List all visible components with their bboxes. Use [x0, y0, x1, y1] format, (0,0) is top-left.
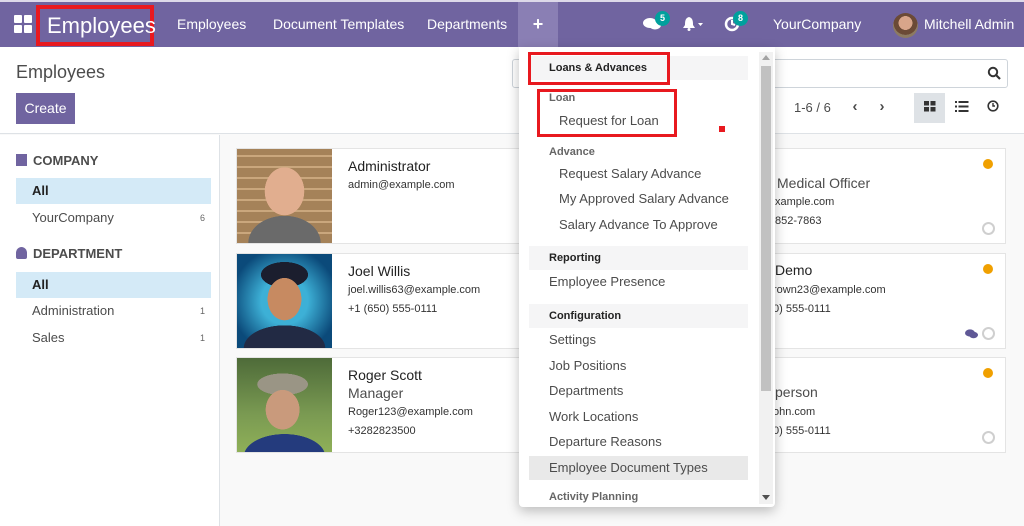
menu-section-reporting: Reporting: [529, 246, 748, 270]
employee-card[interactable]: Administrator admin@example.com: [236, 148, 527, 244]
activities-badge: 8: [733, 11, 748, 26]
app-brand[interactable]: Employees: [36, 5, 156, 46]
employee-card[interactable]: Joel Willis joel.willis63@example.com +1…: [236, 253, 527, 349]
department-filter-sales[interactable]: Sales 1: [16, 325, 211, 351]
employee-card[interactable]: Roger Scott Manager Roger123@example.com…: [236, 357, 527, 453]
employee-job-title: Manager: [348, 385, 404, 401]
menu-item-employee-presence[interactable]: Employee Presence: [529, 270, 748, 294]
employee-phone: 0) 555-0111: [773, 303, 831, 315]
list-view-icon[interactable]: [946, 93, 977, 123]
menu-subsection-loan: Loan: [549, 92, 576, 104]
menu-item-salary-advance-to-approve[interactable]: Salary Advance To Approve: [529, 213, 748, 237]
menu-item-departure-reasons[interactable]: Departure Reasons: [529, 430, 748, 454]
pager-value[interactable]: 1-6 / 6: [794, 100, 831, 115]
employee-card[interactable]: Medical Officer xample.com 852-7863: [766, 148, 1006, 244]
menu-item-settings[interactable]: Settings: [529, 328, 748, 352]
employee-email: rown23@example.com: [773, 284, 886, 296]
notifications-bell-icon[interactable]: [683, 2, 703, 47]
menu-item-request-salary-advance[interactable]: Request Salary Advance: [529, 162, 748, 186]
search-panel-sidebar: COMPANY All YourCompany 6 DEPARTMENT All …: [0, 135, 220, 526]
annotation-marker: [719, 126, 725, 132]
company-switcher[interactable]: YourCompany: [773, 2, 861, 47]
dropdown-scrollbar[interactable]: [759, 52, 773, 504]
nav-menu-departments[interactable]: Departments: [427, 2, 507, 47]
users-icon: [16, 247, 27, 259]
menu-item-departments[interactable]: Departments: [529, 379, 748, 403]
nav-menu-more-plus[interactable]: +: [518, 2, 558, 47]
employee-phone: 0) 555-0111: [773, 425, 831, 437]
create-button[interactable]: Create: [16, 93, 75, 124]
activity-view-icon[interactable]: [977, 93, 1008, 123]
filter-count: 6: [199, 213, 205, 223]
department-filter-administration[interactable]: Administration 1: [16, 298, 211, 324]
employee-card[interactable]: person ohn.com 0) 555-0111: [766, 357, 1006, 453]
company-filter-all[interactable]: All: [16, 178, 211, 204]
employee-name: Roger Scott: [348, 367, 422, 383]
user-avatar[interactable]: [893, 13, 918, 38]
company-filter-yourcompany[interactable]: YourCompany 6: [16, 205, 211, 231]
search-icon[interactable]: [987, 66, 1001, 80]
page-title: Employees: [16, 62, 106, 82]
kanban-view-icon[interactable]: [914, 93, 945, 123]
activity-clock-icon[interactable]: [982, 431, 995, 444]
menu-item-request-for-loan[interactable]: Request for Loan: [529, 109, 748, 133]
control-panel: Employees Create 1-6 / 6 ‹ ›: [0, 47, 1024, 134]
scroll-up-arrow-icon[interactable]: [762, 55, 770, 60]
employee-job-title: person: [775, 384, 818, 400]
employee-photo: [237, 254, 332, 348]
menu-section-loans-advances[interactable]: Loans & Advances: [529, 56, 748, 80]
menu-item-employee-document-types[interactable]: Employee Document Types: [529, 456, 748, 480]
menu-section-configuration: Configuration: [529, 304, 748, 328]
message-icon[interactable]: [965, 329, 978, 339]
employee-email: Roger123@example.com: [348, 406, 473, 418]
department-filter-heading: DEPARTMENT: [16, 246, 122, 261]
employee-phone: +1 (650) 555-0111: [348, 303, 438, 315]
more-menu-dropdown: Loans & Advances Loan Request for Loan A…: [519, 47, 775, 507]
employee-photo: [237, 358, 332, 452]
menu-item-my-approved-salary-advance[interactable]: My Approved Salary Advance: [529, 187, 748, 211]
employee-photo: [237, 149, 332, 243]
employee-name: Administrator: [348, 158, 431, 174]
presence-status-dot: [983, 368, 993, 378]
menu-item-work-locations[interactable]: Work Locations: [529, 405, 748, 429]
department-filter-all[interactable]: All: [16, 272, 211, 298]
employee-name: Joel Willis: [348, 263, 411, 279]
employee-email: xample.com: [775, 196, 835, 208]
presence-status-dot: [983, 159, 993, 169]
menu-section-activity-planning: Activity Planning: [549, 491, 639, 503]
presence-status-dot: [983, 264, 993, 274]
employee-email: ohn.com: [773, 406, 816, 418]
filter-count: 1: [199, 306, 205, 316]
menu-item-job-positions[interactable]: Job Positions: [529, 354, 748, 378]
building-icon: [16, 154, 27, 166]
apps-menu-icon[interactable]: [14, 15, 32, 33]
employee-email: joel.willis63@example.com: [348, 284, 481, 296]
nav-menu-employees[interactable]: Employees: [177, 2, 246, 47]
activity-clock-icon[interactable]: [982, 327, 995, 340]
employee-phone: +3282823500: [348, 425, 416, 437]
user-menu[interactable]: Mitchell Admin: [924, 2, 1014, 47]
pager-previous-icon[interactable]: ‹: [846, 97, 864, 117]
top-navbar: Employees Employees Document Templates D…: [0, 0, 1024, 47]
employee-name: Demo: [775, 262, 813, 278]
scroll-down-arrow-icon[interactable]: [762, 495, 770, 500]
menu-subsection-advance: Advance: [549, 146, 595, 158]
activity-clock-icon[interactable]: [982, 222, 995, 235]
nav-menu-document-templates[interactable]: Document Templates: [273, 2, 404, 47]
scrollbar-thumb[interactable]: [761, 66, 771, 391]
employee-job-title: Medical Officer: [777, 175, 871, 191]
employee-phone: 852-7863: [775, 215, 822, 227]
company-filter-heading: COMPANY: [16, 153, 98, 168]
messages-badge: 5: [655, 11, 670, 26]
filter-count: 1: [199, 333, 205, 343]
employee-card[interactable]: Demo rown23@example.com 0) 555-0111: [766, 253, 1006, 349]
pager-next-icon[interactable]: ›: [873, 97, 891, 117]
employee-email: admin@example.com: [348, 179, 455, 191]
